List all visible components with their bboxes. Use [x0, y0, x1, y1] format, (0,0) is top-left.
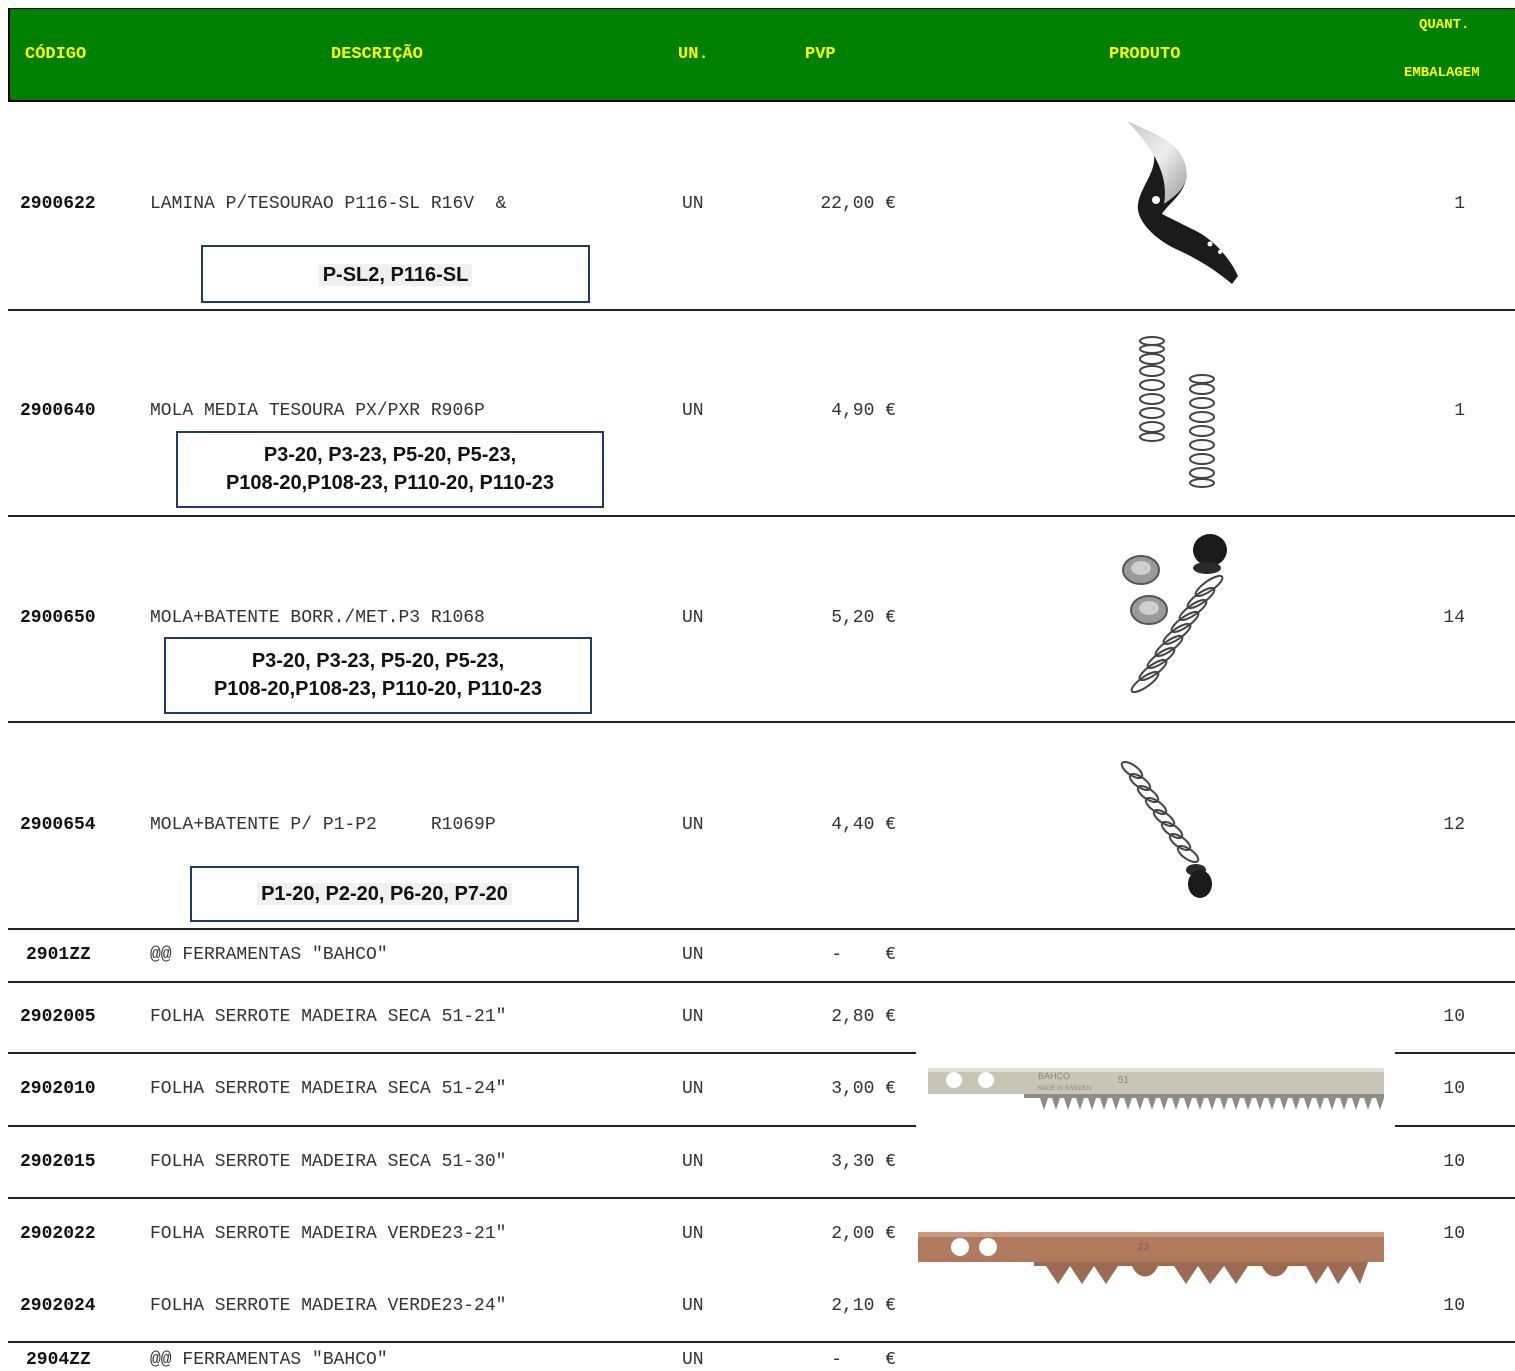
compatible-models-box: P-SL2, P116-SL	[201, 245, 590, 303]
row-code: 2902005	[20, 1007, 96, 1027]
row-code: 2902015	[20, 1152, 96, 1172]
row-description: FOLHA SERROTE MADEIRA VERDE23-21"	[150, 1224, 507, 1244]
row-unit: UN	[682, 1350, 704, 1370]
row-code: 2902022	[20, 1224, 96, 1244]
row-quantity: 14	[1443, 608, 1465, 628]
row-divider	[8, 1341, 1515, 1343]
row-price: - €	[831, 1350, 896, 1370]
row-quantity: 10	[1443, 1079, 1465, 1099]
row-quantity: 1	[1454, 401, 1465, 421]
compatible-models-box: P3-20, P3-23, P5-20, P5-23, P108-20,P108…	[164, 637, 592, 714]
row-divider	[8, 309, 1515, 311]
row-price: 5,20 €	[831, 608, 896, 628]
row-divider	[8, 1125, 916, 1127]
compatible-models-line: P108-20,P108-23, P110-20, P110-23	[213, 678, 543, 700]
row-code: 2900622	[20, 194, 96, 214]
row-quantity: 10	[1443, 1224, 1465, 1244]
header-codigo: CÓDIGO	[25, 45, 87, 64]
row-code: 2900640	[20, 401, 96, 421]
row-quantity: 10	[1443, 1296, 1465, 1316]
row-divider	[1395, 1125, 1515, 1127]
row-divider	[8, 721, 1515, 723]
row-description: FOLHA SERROTE MADEIRA SECA 51-24"	[150, 1079, 507, 1099]
row-code: 2904ZZ	[26, 1350, 91, 1370]
row-price: 2,00 €	[831, 1224, 896, 1244]
compatible-models-line: P108-20,P108-23, P110-20, P110-23	[225, 472, 555, 494]
row-price: 3,30 €	[831, 1152, 896, 1172]
row-quantity: 10	[1443, 1152, 1465, 1172]
saw-model-text: 51	[1118, 1075, 1130, 1086]
row-description: FOLHA SERROTE MADEIRA SECA 51-21"	[150, 1007, 507, 1027]
row-price: 3,00 €	[831, 1079, 896, 1099]
row-code: 2902024	[20, 1296, 96, 1316]
row-divider	[8, 981, 1515, 983]
row-quantity: 10	[1443, 1007, 1465, 1027]
compatible-models-line: P3-20, P3-23, P5-20, P5-23,	[263, 444, 517, 466]
row-quantity: 1	[1454, 194, 1465, 214]
row-unit: UN	[682, 1224, 704, 1244]
saw-brand-text: BAHCO	[1038, 1071, 1070, 1081]
row-unit: UN	[682, 194, 704, 214]
row-unit: UN	[682, 401, 704, 421]
row-divider	[8, 928, 1515, 930]
saw-blade-green-image: 23	[918, 1232, 1384, 1284]
row-quantity: 12	[1443, 815, 1465, 835]
spring-with-bumper-image	[1120, 760, 1212, 898]
row-code: 2902010	[20, 1079, 96, 1099]
compatible-models-box: P1-20, P2-20, P6-20, P7-20	[190, 866, 579, 922]
row-divider	[8, 515, 1515, 517]
row-unit: UN	[682, 1296, 704, 1316]
row-price: 22,00 €	[820, 194, 896, 214]
row-divider	[8, 1197, 1515, 1199]
row-divider	[8, 1052, 916, 1054]
spring-with-stops-image	[1122, 534, 1227, 694]
row-unit: UN	[682, 608, 704, 628]
row-code: 2901ZZ	[26, 945, 91, 965]
saw-origin-text: MADE IN SWEDEN	[1038, 1086, 1091, 1092]
saw-model-text: 23	[1138, 1242, 1150, 1253]
row-description: LAMINA P/TESOURAO P116-SL R16V &	[150, 194, 507, 214]
row-code: 2900650	[20, 608, 96, 628]
row-description: MOLA MEDIA TESOURA PX/PXR R906P	[150, 401, 485, 421]
row-price: - €	[831, 945, 896, 965]
row-description: FOLHA SERROTE MADEIRA VERDE23-24"	[150, 1296, 507, 1316]
header-produto: PRODUTO	[1109, 45, 1181, 64]
compatible-models-line: P-SL2, P116-SL	[318, 264, 473, 286]
header-descricao: DESCRIÇÃO	[331, 45, 423, 64]
row-unit: UN	[682, 1079, 704, 1099]
row-code: 2900654	[20, 815, 96, 835]
header-quant: QUANT.	[1419, 17, 1470, 33]
row-unit: UN	[682, 815, 704, 835]
row-price: 2,10 €	[831, 1296, 896, 1316]
row-price: 4,90 €	[831, 401, 896, 421]
springs-image	[1139, 336, 1215, 488]
row-description: @@ FERRAMENTAS "BAHCO"	[150, 945, 388, 965]
row-price: 4,40 €	[831, 815, 896, 835]
pruner-blade-image	[1128, 122, 1238, 284]
row-unit: UN	[682, 945, 704, 965]
row-description: MOLA+BATENTE P/ P1-P2 R1069P	[150, 815, 496, 835]
row-description: FOLHA SERROTE MADEIRA SECA 51-30"	[150, 1152, 507, 1172]
compatible-models-line: P3-20, P3-23, P5-20, P5-23,	[251, 650, 505, 672]
compatible-models-line: P1-20, P2-20, P6-20, P7-20	[257, 883, 512, 905]
row-price: 2,80 €	[831, 1007, 896, 1027]
header-un: UN.	[678, 45, 709, 64]
header-embalagem: EMBALAGEM	[1404, 65, 1480, 81]
table-header: CÓDIGO DESCRIÇÃO UN. PVP PRODUTO QUANT. …	[8, 8, 1515, 102]
row-unit: UN	[682, 1152, 704, 1172]
row-description: @@ FERRAMENTAS "BAHCO"	[150, 1350, 388, 1370]
saw-blade-dry-image: BAHCO MADE IN SWEDEN 51	[928, 1068, 1384, 1110]
compatible-models-box: P3-20, P3-23, P5-20, P5-23, P108-20,P108…	[176, 431, 604, 508]
row-unit: UN	[682, 1007, 704, 1027]
row-description: MOLA+BATENTE BORR./MET.P3 R1068	[150, 608, 485, 628]
row-divider	[1395, 1052, 1515, 1054]
header-pvp: PVP	[805, 45, 836, 64]
